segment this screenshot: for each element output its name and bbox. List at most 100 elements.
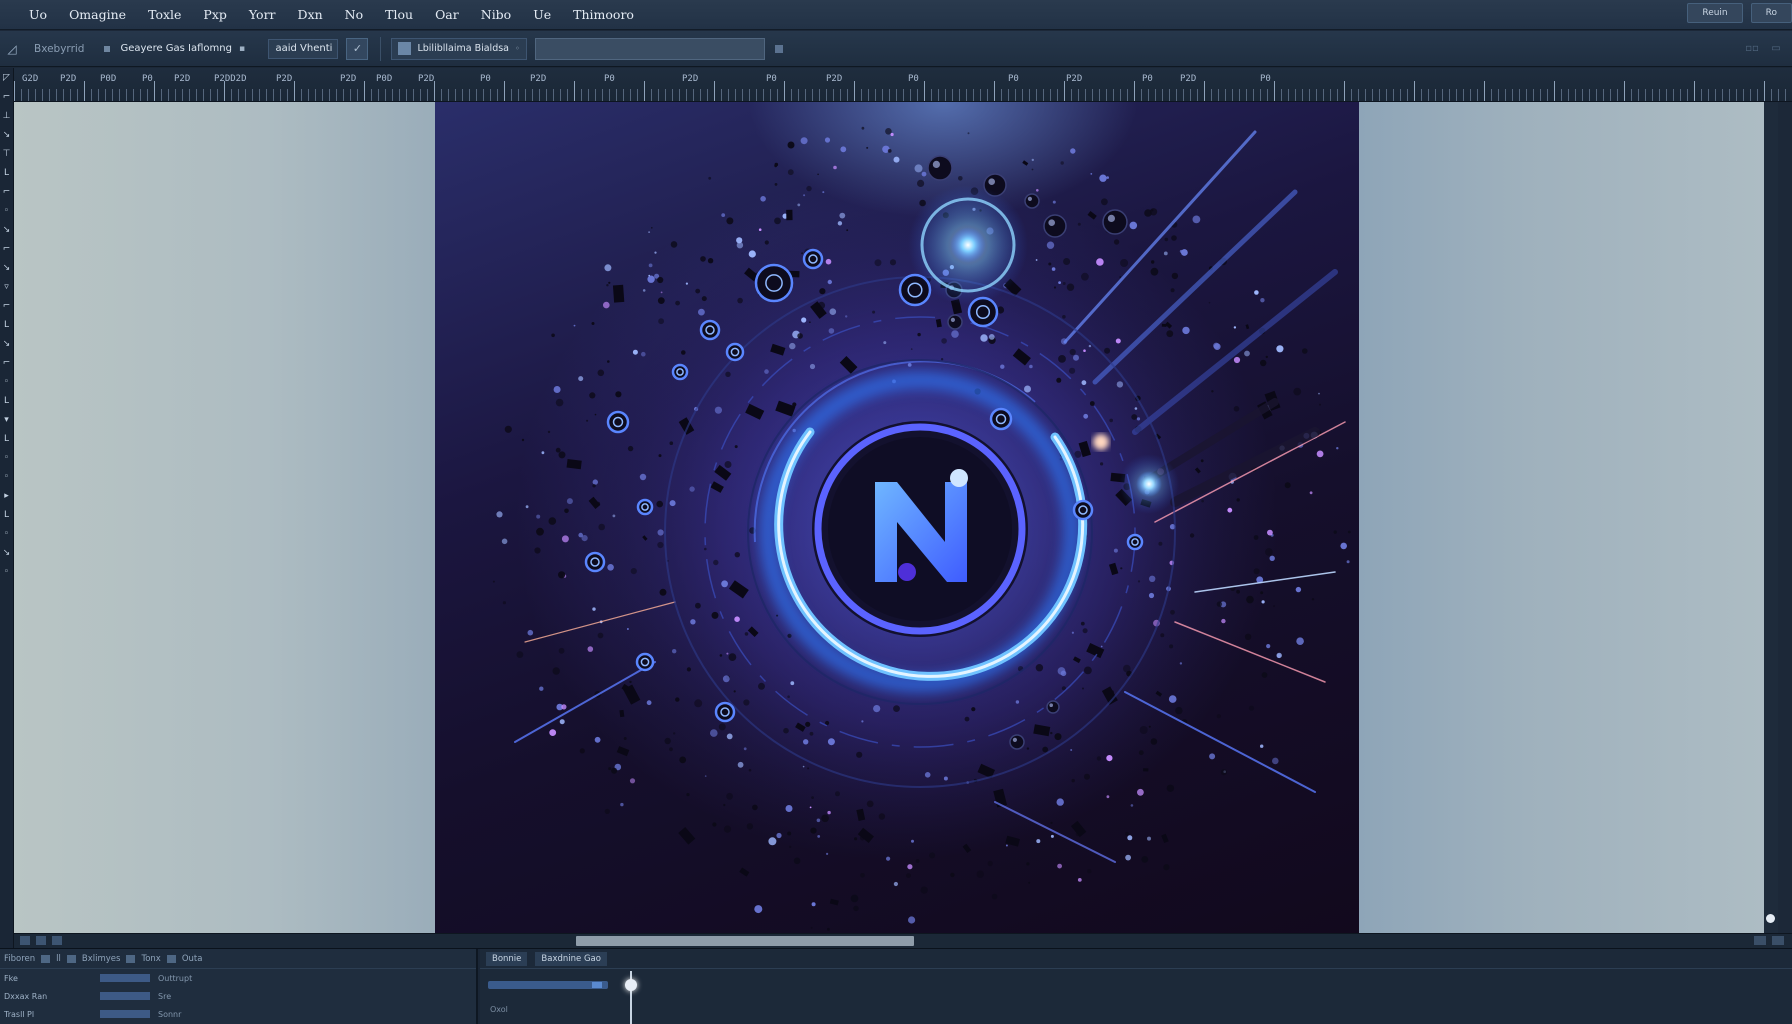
menu-item[interactable]: No [334,7,374,22]
tool-icon[interactable]: ↘ [0,258,13,277]
canvas-workspace[interactable] [14,102,1778,933]
panel-tab[interactable]: Outa [182,954,203,964]
particle [1150,738,1158,745]
status-icon[interactable] [1754,936,1766,945]
panel-tab-icon[interactable] [41,954,51,963]
panel-toggle-icon[interactable]: ▫▫ [1742,39,1762,57]
menu-item[interactable]: Oar [424,7,470,22]
timeline-track[interactable] [488,981,608,989]
status-icon[interactable] [1772,936,1784,945]
property-row[interactable]: Dxxax Ran Sre [0,987,476,1005]
status-icon[interactable] [52,936,62,945]
tool-icon[interactable]: ⌐ [0,239,13,258]
menu-item[interactable]: Omagine [58,7,137,22]
particle [776,832,782,839]
timeline-knob[interactable] [592,982,602,988]
tool-icon[interactable]: ◦ [0,562,13,581]
particle [566,498,573,505]
tool-icon[interactable]: ⊤ [0,144,13,163]
tool-icon[interactable]: ◦ [0,448,13,467]
horizontal-scrollbar[interactable] [14,933,1792,948]
property-row[interactable]: Fke Outtrupt [0,969,476,987]
menubar-button-secondary[interactable]: Ro [1750,3,1792,23]
property-value: Sre [158,991,172,1001]
particle [1254,290,1259,295]
particle [604,264,612,272]
vertical-scrollbar[interactable] [1764,102,1778,933]
options-input-field[interactable] [534,37,765,60]
menu-item[interactable]: Uo [18,7,58,22]
tool-icon[interactable]: ▿ [0,277,13,296]
scroll-thumb-horizontal[interactable] [576,936,914,946]
style-select[interactable]: aaid Vhenti [268,38,339,59]
particle [1052,200,1056,204]
tool-preset-icon[interactable]: ◿ [2,42,22,56]
tool-icon[interactable]: ◸ [0,68,13,87]
tool-icon[interactable]: ◦ [0,524,13,543]
panel-tab-icon[interactable] [66,954,76,963]
menu-item[interactable]: Thimooro [562,7,645,22]
tool-icon[interactable]: ◦ [0,467,13,486]
scroll-thumb[interactable] [1766,914,1775,923]
property-row[interactable]: Trasll Pl Sonnr [0,1005,476,1023]
panel-tab[interactable]: Tonx [141,954,160,964]
menu-item[interactable]: Tlou [374,7,424,22]
panel-tab-icon[interactable] [166,954,176,963]
particle [539,686,544,691]
checkmark-button[interactable]: ✓ [346,37,369,60]
tab-layer[interactable]: Baxdnine Gao [535,951,607,966]
tool-icon[interactable]: ▾ [0,410,13,429]
panel-tab-icon[interactable] [126,954,136,963]
property-swatch[interactable] [100,1010,150,1018]
workspace-icon[interactable]: ▭ [1766,39,1786,57]
shard [612,284,625,303]
menu-item[interactable]: Nibo [470,7,522,22]
particle [1148,592,1155,599]
orb [725,342,745,362]
particle [1100,462,1104,466]
tool-icon[interactable]: L [0,505,13,524]
panel-tab[interactable]: Fiboren [4,954,35,964]
artboard-logo-artwork[interactable] [435,102,1359,933]
particle [1082,628,1088,634]
particle [861,126,865,130]
tool-icon[interactable]: ↘ [0,220,13,239]
menu-item[interactable]: Toxle [137,7,192,22]
particle [825,258,832,265]
tool-icon[interactable]: ↘ [0,543,13,562]
property-swatch[interactable] [100,992,150,1000]
tool-icon[interactable]: L [0,163,13,182]
tool-icon[interactable]: L [0,429,13,448]
status-icon[interactable] [20,936,30,945]
tool-icon[interactable]: ▸ [0,486,13,505]
tool-icon[interactable]: ⌐ [0,353,13,372]
tool-icon[interactable]: ↘ [0,125,13,144]
property-swatch[interactable] [100,974,150,982]
options-mini-icon[interactable] [774,44,783,53]
particle [675,697,680,702]
particle [1120,567,1123,570]
tool-icon[interactable]: ⌐ [0,296,13,315]
tool-icon[interactable]: L [0,315,13,334]
tool-icon[interactable]: ⌐ [0,87,13,106]
tool-icon[interactable]: ◦ [0,372,13,391]
menu-item[interactable]: Pxp [192,7,237,22]
tool-icon[interactable]: L [0,391,13,410]
panel-tab[interactable]: ll [56,954,61,964]
tool-icon[interactable]: ◦ [0,201,13,220]
tool-icon[interactable]: ⌐ [0,182,13,201]
menu-item[interactable]: Dxn [287,7,334,22]
menu-item[interactable]: Ue [522,7,562,22]
playhead[interactable] [625,971,637,1024]
menu-item[interactable]: Yorr [238,7,287,22]
mode-select[interactable]: Geayere Gas Iaflomng ▪ [114,39,264,59]
menubar-button-primary[interactable]: Reuin [1687,3,1743,23]
particle [651,227,653,229]
tab-timeline[interactable]: Bonnie [486,951,528,966]
tool-icon[interactable]: ↘ [0,334,13,353]
status-icon[interactable] [36,936,46,945]
particle [860,873,865,878]
panel-tab[interactable]: Bxlimyes [82,954,121,964]
tool-icon[interactable]: ⊥ [0,106,13,125]
preset-dropdown[interactable]: Lbilibllaima Bialdsa ◦ [391,37,527,60]
